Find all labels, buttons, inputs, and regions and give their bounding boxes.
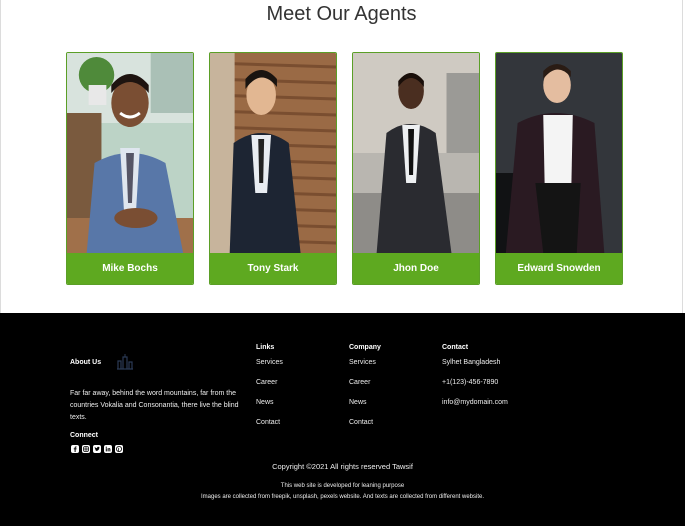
links-news[interactable]: News [256, 399, 274, 406]
agent-name: Tony Stark [210, 253, 336, 284]
agents-section: Meet Our Agents Mike Bochs Tony Stark Jh… [0, 0, 683, 313]
agent-name: Edward Snowden [496, 253, 622, 284]
social-links [71, 445, 123, 453]
agent-card[interactable]: Tony Stark [209, 52, 337, 285]
connect-heading: Connect [70, 432, 98, 439]
logo-icon [116, 353, 134, 376]
contact-email[interactable]: info@mydomain.com [442, 399, 508, 406]
links-contact[interactable]: Contact [256, 419, 280, 426]
footer-note-purpose: This web site is developed for leaning p… [280, 483, 405, 489]
links-services[interactable]: Services [256, 359, 283, 366]
site-footer: About Us Far far away, behind the word m… [0, 313, 685, 526]
agents-list: Mike Bochs Tony Stark Jhon Doe Edward Sn… [66, 52, 623, 285]
contact-heading: Contact [442, 344, 469, 351]
agent-card[interactable]: Jhon Doe [352, 52, 480, 285]
section-title: Meet Our Agents [266, 3, 417, 25]
contact-address: Sylhet Bangladesh [442, 359, 501, 366]
agent-photo [353, 53, 479, 253]
twitter-icon[interactable] [93, 445, 101, 453]
company-contact[interactable]: Contact [349, 419, 373, 426]
contact-phone[interactable]: +1(123)-456-7890 [442, 379, 498, 386]
facebook-icon[interactable] [71, 445, 79, 453]
agent-card[interactable]: Mike Bochs [66, 52, 194, 285]
links-career[interactable]: Career [256, 379, 277, 386]
footer-note-credits: Images are collected from freepik, unspl… [200, 494, 485, 500]
copyright: Copyright ©2021 All rights reserved Taws… [272, 462, 413, 471]
instagram-icon[interactable] [82, 445, 90, 453]
agent-photo [210, 53, 336, 253]
company-heading: Company [349, 344, 381, 351]
linkedin-icon[interactable] [104, 445, 112, 453]
agent-card[interactable]: Edward Snowden [495, 52, 623, 285]
agent-name: Jhon Doe [353, 253, 479, 284]
about-heading: About Us [70, 359, 102, 366]
company-career[interactable]: Career [349, 379, 370, 386]
company-services[interactable]: Services [349, 359, 376, 366]
company-news[interactable]: News [349, 399, 367, 406]
agent-photo [496, 53, 622, 253]
links-heading: Links [256, 344, 275, 351]
agent-name: Mike Bochs [67, 253, 193, 284]
about-text: Far far away, behind the word mountains,… [70, 390, 239, 421]
pinterest-icon[interactable] [115, 445, 123, 453]
agent-photo [67, 53, 193, 253]
